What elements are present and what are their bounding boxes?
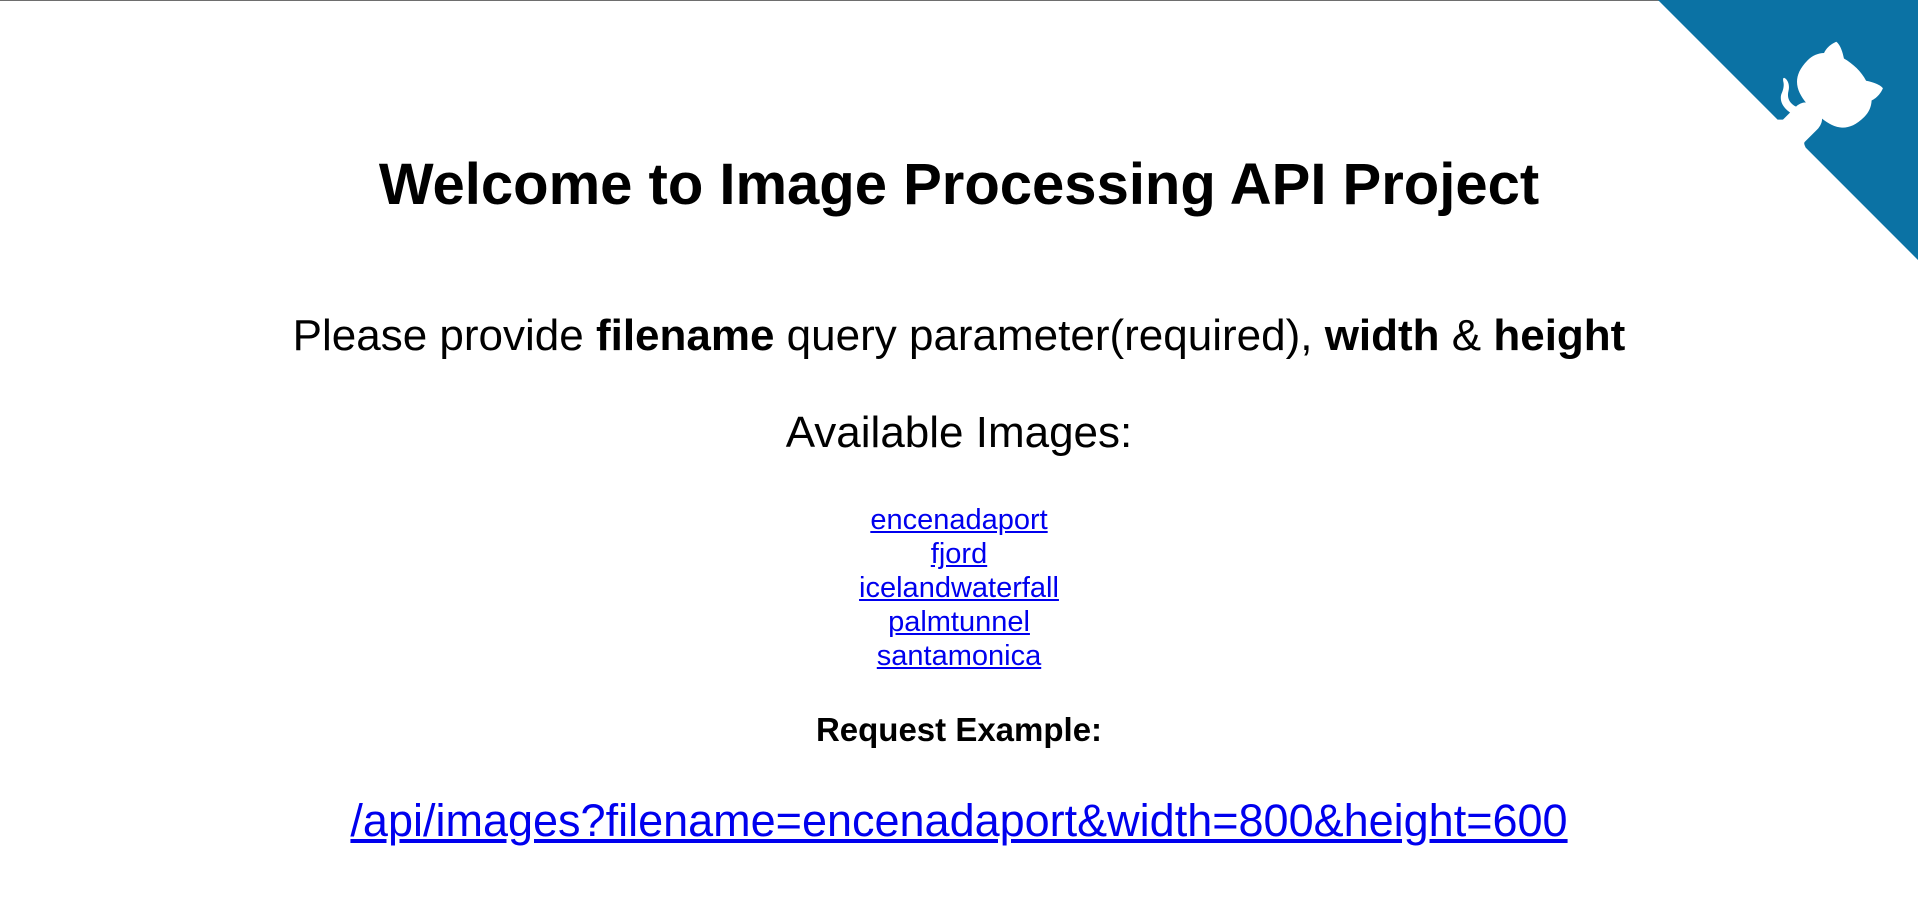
image-link-encenadaport[interactable]: encenadaport bbox=[870, 504, 1047, 536]
request-example-link[interactable]: /api/images?filename=encenadaport&width=… bbox=[350, 795, 1567, 846]
list-item: santamonica bbox=[0, 639, 1918, 673]
param-height: height bbox=[1493, 311, 1626, 360]
github-octocat-icon bbox=[1658, 0, 1918, 260]
image-link-fjord[interactable]: fjord bbox=[931, 538, 987, 570]
top-border bbox=[0, 0, 1918, 1]
instructions-middle: query parameter(required), bbox=[774, 311, 1325, 360]
list-item: encenadaport bbox=[0, 503, 1918, 537]
instructions-text: Please provide filename query parameter(… bbox=[0, 310, 1918, 362]
param-filename: filename bbox=[595, 311, 775, 360]
image-list: encenadaport fjord icelandwaterfall palm… bbox=[0, 503, 1918, 673]
page-title: Welcome to Image Processing API Project bbox=[378, 152, 1540, 217]
image-link-icelandwaterfall[interactable]: icelandwaterfall bbox=[859, 572, 1059, 604]
instructions-amp: & bbox=[1439, 311, 1494, 360]
param-width: width bbox=[1324, 311, 1440, 360]
request-example: /api/images?filename=encenadaport&width=… bbox=[0, 795, 1918, 847]
list-item: palmtunnel bbox=[0, 605, 1918, 639]
list-item: icelandwaterfall bbox=[0, 571, 1918, 605]
image-link-palmtunnel[interactable]: palmtunnel bbox=[888, 606, 1030, 638]
list-item: fjord bbox=[0, 537, 1918, 571]
image-link-santamonica[interactable]: santamonica bbox=[877, 640, 1041, 672]
available-images-heading: Available Images: bbox=[785, 408, 1133, 457]
request-example-heading: Request Example: bbox=[815, 711, 1103, 748]
github-corner-link[interactable] bbox=[1658, 0, 1918, 260]
instructions-prefix: Please provide bbox=[292, 311, 596, 360]
